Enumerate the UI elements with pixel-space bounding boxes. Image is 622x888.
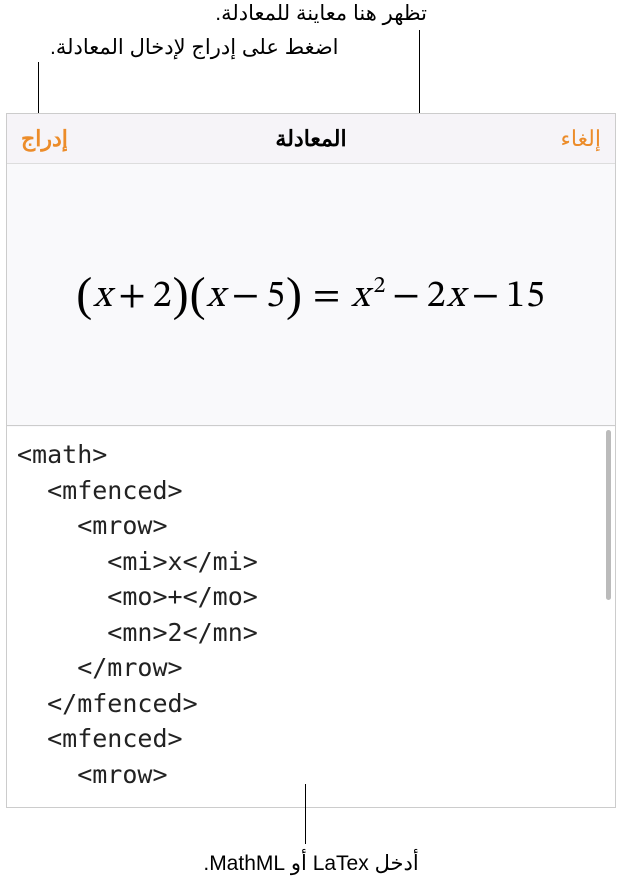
dialog-title: المعادلة (275, 126, 346, 152)
eq-term: 2x (427, 278, 466, 316)
equation-dialog: إدراج المعادلة إلغاء (x+2)(x−5)=x2−2x−15… (6, 113, 616, 808)
callout-input: أدخل LaTex أو MathML. (0, 851, 622, 876)
open-paren-2: ( (190, 267, 207, 322)
eq-exp: 2 (371, 274, 387, 298)
eq-op: − (386, 278, 426, 316)
eq-var: x (351, 278, 370, 316)
callout-input-text: أدخل LaTex أو MathML. (203, 852, 418, 875)
close-paren-2: ) (286, 267, 303, 322)
eq-const: 5 (266, 278, 286, 316)
insert-button[interactable]: إدراج (7, 114, 82, 164)
callout-input-line (305, 784, 306, 844)
code-input-area[interactable]: <math> <mfenced> <mrow> <mi>x</mi> <mo>+… (7, 427, 615, 807)
callout-insert-line (38, 62, 39, 120)
code-text[interactable]: <math> <mfenced> <mrow> <mi>x</mi> <mo>+… (7, 427, 615, 802)
callout-insert: اضغط على إدراج لإدخال المعادلة. (50, 35, 338, 60)
eq-const: 15 (506, 278, 546, 316)
eq-op: + (112, 278, 152, 316)
eq-var: x (207, 278, 226, 316)
eq-var: x (93, 278, 112, 316)
eq-equals: = (303, 278, 351, 316)
equation-rendered: (x+2)(x−5)=x2−2x−15 (76, 267, 546, 322)
cancel-button[interactable]: إلغاء (547, 114, 615, 164)
eq-op: − (226, 278, 266, 316)
open-paren-1: ( (76, 267, 93, 322)
eq-const: 2 (153, 278, 173, 316)
close-paren-1: ) (173, 267, 190, 322)
callout-preview: تظهر هنا معاينة للمعادلة. (215, 1, 427, 26)
dialog-header: إدراج المعادلة إلغاء (7, 114, 615, 164)
eq-op: − (466, 278, 506, 316)
equation-preview: (x+2)(x−5)=x2−2x−15 (7, 164, 615, 426)
scrollbar-thumb[interactable] (606, 430, 611, 600)
